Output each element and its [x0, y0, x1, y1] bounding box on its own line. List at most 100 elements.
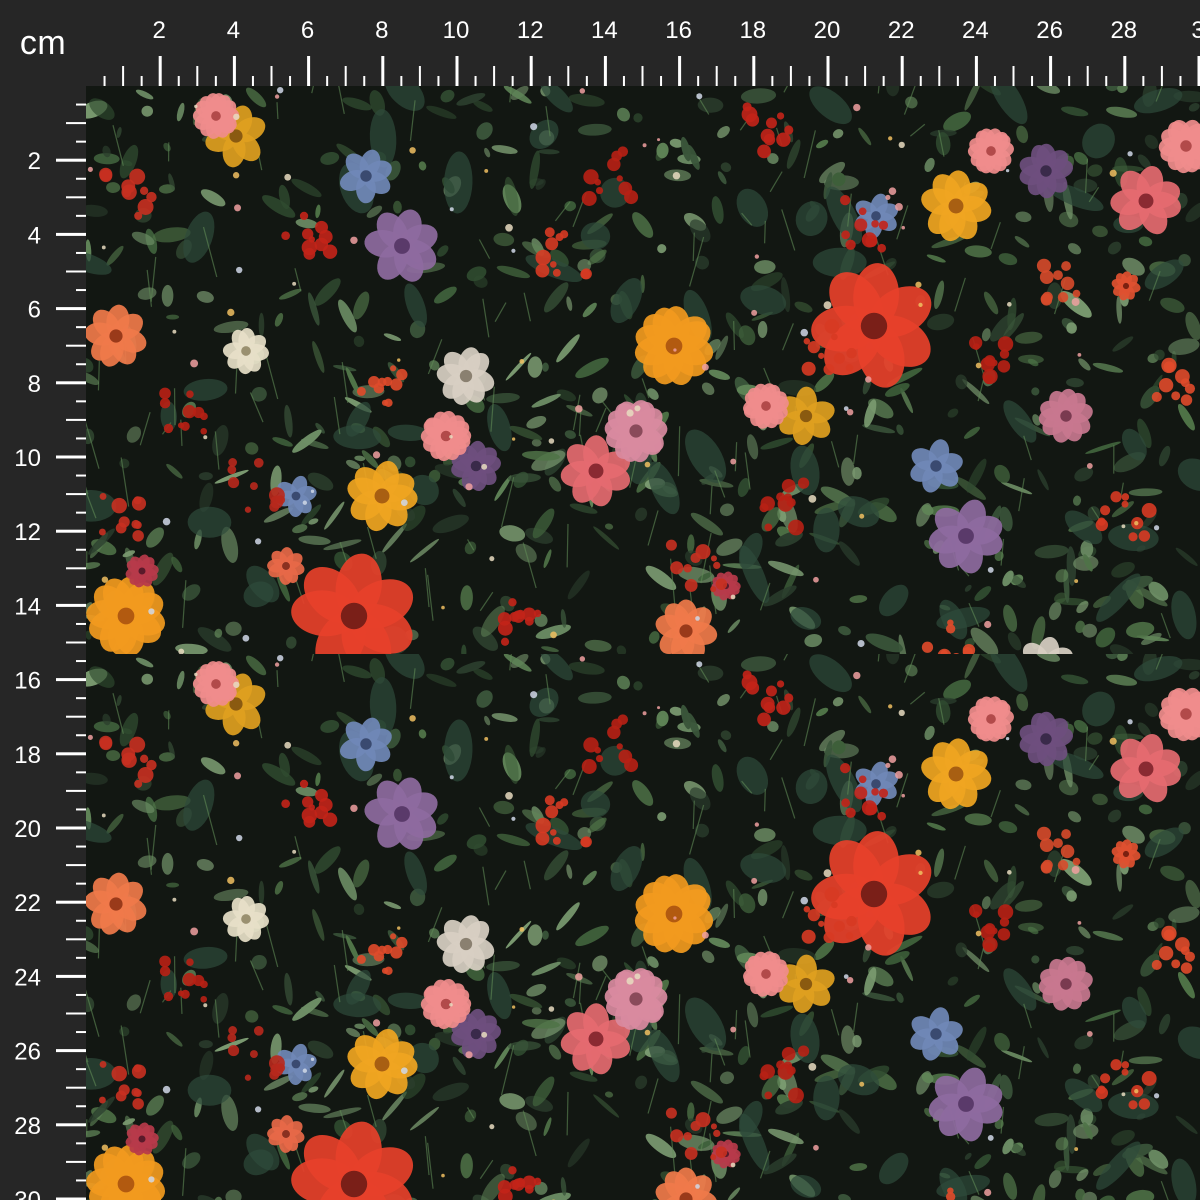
top-ruler-tick — [956, 76, 959, 86]
left-ruler-tick — [66, 864, 86, 867]
left-ruler-tick — [66, 270, 86, 273]
left-ruler-tick — [76, 1179, 86, 1182]
left-ruler-tick — [76, 326, 86, 329]
left-ruler-tick — [56, 752, 86, 756]
left-ruler-tick — [56, 603, 86, 607]
top-ruler-tick — [1179, 76, 1182, 86]
top-ruler-tick — [363, 76, 366, 86]
left-ruler-tick — [76, 919, 86, 922]
top-ruler-tick — [289, 76, 292, 86]
top-ruler-tick — [158, 56, 162, 86]
left-ruler-label: 26 — [14, 1039, 41, 1066]
left-ruler-tick — [56, 974, 86, 978]
left-ruler-tick — [66, 493, 86, 496]
left-ruler-tick — [76, 437, 86, 440]
top-ruler-tick — [567, 66, 570, 86]
top-ruler-tick — [400, 76, 403, 86]
top-ruler-tick — [641, 66, 644, 86]
top-ruler-label: 8 — [375, 17, 388, 44]
left-ruler-tick — [66, 1086, 86, 1089]
top-ruler-tick — [1142, 76, 1145, 86]
top-ruler-tick — [1031, 76, 1034, 86]
top-ruler-tick — [974, 56, 978, 86]
top-ruler-tick — [1049, 56, 1053, 86]
top-ruler-tick — [864, 66, 867, 86]
top-ruler-tick — [232, 56, 236, 86]
top-ruler-tick — [678, 56, 682, 86]
left-ruler-tick — [76, 622, 86, 625]
left-ruler-tick — [66, 196, 86, 199]
top-ruler-label: 4 — [227, 17, 240, 44]
top-ruler-tick — [622, 76, 625, 86]
top-ruler-label: 22 — [888, 17, 915, 44]
top-ruler-label: 12 — [517, 17, 544, 44]
left-ruler-tick — [76, 1105, 86, 1108]
top-ruler-label: 26 — [1036, 17, 1063, 44]
top-ruler-tick — [103, 76, 106, 86]
left-ruler-label: 8 — [28, 371, 41, 398]
left-ruler-tick — [56, 381, 86, 385]
top-ruler-tick — [344, 66, 347, 86]
top-ruler: 2 4 6 8 10 12 14 16 18 20 22 24 26 28 3 — [0, 0, 1200, 86]
left-ruler-tick — [56, 158, 86, 162]
top-ruler-tick — [845, 76, 848, 86]
top-ruler-tick — [474, 76, 477, 86]
top-ruler-tick — [900, 56, 904, 86]
left-ruler-label: 30 — [14, 1187, 41, 1200]
left-ruler-tick — [66, 1160, 86, 1163]
top-ruler-tick — [307, 56, 311, 86]
top-ruler-tick — [437, 76, 440, 86]
left-ruler-tick — [76, 474, 86, 477]
top-ruler-tick — [938, 66, 941, 86]
top-ruler-tick — [585, 76, 588, 86]
top-ruler-label: 10 — [443, 17, 470, 44]
top-ruler-tick — [214, 76, 217, 86]
top-ruler-tick — [882, 76, 885, 86]
left-ruler-label: 20 — [14, 816, 41, 843]
left-ruler-tick — [76, 585, 86, 588]
left-ruler-tick — [76, 882, 86, 885]
left-ruler-tick — [66, 938, 86, 941]
left-ruler-tick — [76, 734, 86, 737]
top-ruler-label: 16 — [665, 17, 692, 44]
left-ruler-label: 28 — [14, 1113, 41, 1140]
left-ruler-label: 12 — [14, 519, 41, 546]
left-ruler: 24681012141618202224262830 — [0, 0, 86, 1200]
unit-label: cm — [19, 23, 67, 62]
left-ruler-tick — [76, 400, 86, 403]
left-ruler-label: 24 — [14, 964, 41, 991]
left-ruler-tick — [76, 697, 86, 700]
left-ruler-tick — [76, 845, 86, 848]
left-ruler-tick — [66, 418, 86, 421]
top-ruler-tick — [789, 66, 792, 86]
left-ruler-tick — [66, 1012, 86, 1015]
top-ruler-tick — [140, 76, 143, 86]
left-ruler-tick — [56, 307, 86, 311]
top-ruler-tick — [1123, 56, 1127, 86]
left-ruler-tick — [56, 529, 86, 533]
left-ruler-tick — [66, 641, 86, 644]
left-ruler-tick — [66, 567, 86, 570]
left-ruler-tick — [66, 122, 86, 125]
top-ruler-tick — [660, 76, 663, 86]
top-ruler-tick — [326, 76, 329, 86]
top-ruler-tick — [1012, 66, 1015, 86]
left-ruler-tick — [66, 789, 86, 792]
top-ruler-tick — [752, 56, 756, 86]
left-ruler-tick — [76, 103, 86, 106]
top-ruler-tick — [529, 56, 533, 86]
left-ruler-tick — [56, 826, 86, 830]
top-ruler-tick — [697, 76, 700, 86]
left-ruler-label: 4 — [28, 222, 41, 249]
left-ruler-tick — [76, 808, 86, 811]
top-ruler-tick — [919, 76, 922, 86]
left-ruler-tick — [76, 214, 86, 217]
top-ruler-tick — [993, 76, 996, 86]
left-ruler-tick — [76, 511, 86, 514]
left-ruler-tick — [56, 678, 86, 682]
left-ruler-tick — [56, 1049, 86, 1053]
floral-print-illustration — [86, 86, 1200, 1200]
left-ruler-tick — [56, 1123, 86, 1127]
top-ruler-tick — [808, 76, 811, 86]
left-ruler-tick — [76, 363, 86, 366]
